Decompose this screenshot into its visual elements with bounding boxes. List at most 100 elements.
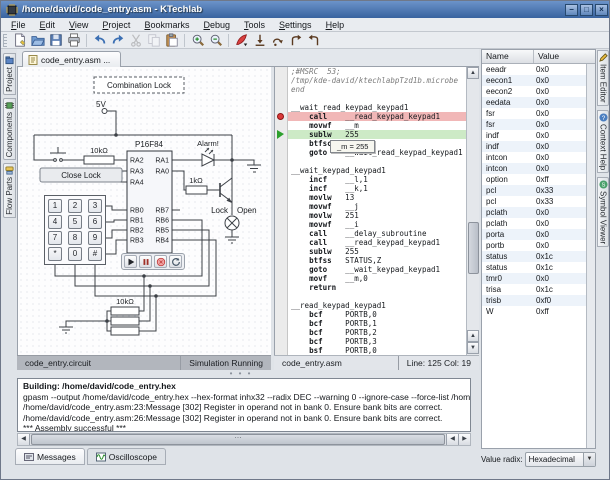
menu-project[interactable]: Project	[95, 19, 137, 31]
resistor-stack[interactable]	[111, 307, 139, 335]
register-table-header[interactable]: Name Value	[482, 50, 595, 64]
ground-symbol-3[interactable]	[59, 327, 73, 333]
register-row[interactable]: fsr0x0	[482, 119, 587, 130]
keypad-key-star[interactable]: *	[48, 247, 62, 261]
register-row[interactable]: pcl0x33	[482, 196, 587, 207]
sidebar-tab-components[interactable]: Components	[3, 98, 16, 160]
voltage-pin[interactable]	[102, 109, 107, 114]
keypad-key-5[interactable]: 5	[68, 215, 82, 229]
code-line[interactable]: incf __k,1	[275, 184, 467, 193]
code-line[interactable]: movlw 13	[275, 193, 467, 202]
sim-pause-button[interactable]	[139, 255, 152, 268]
keypad-key-1[interactable]: 1	[48, 199, 62, 213]
scroll-left-button[interactable]: ◀	[18, 434, 30, 445]
paste-icon[interactable]	[163, 33, 180, 48]
resistor-r2[interactable]	[186, 186, 207, 194]
dock-tab-symbol-viewer[interactable]: SSymbol Viewer	[597, 177, 609, 247]
new-file-icon[interactable]	[11, 33, 28, 48]
keypad-key-4[interactable]: 4	[48, 215, 62, 229]
horizontal-splitter[interactable]: • • •	[3, 370, 479, 377]
output-hscrollbar[interactable]: ◀ ⋯ ◀ ▶	[17, 433, 471, 446]
maximize-button[interactable]: □	[580, 4, 593, 16]
sidebar-tab-project[interactable]: Project	[3, 53, 16, 95]
scroll-right-button[interactable]: ▶	[458, 434, 470, 445]
register-row[interactable]: indf0x0	[482, 130, 587, 141]
code-line[interactable]: call __read_keypad_keypad1	[275, 238, 467, 247]
redo-icon[interactable]	[109, 33, 126, 48]
debug-step-out-icon[interactable]	[287, 33, 304, 48]
asm-editor[interactable]: ;#MSRC 53;/tmp/kde-david/ktechlabpTzd1b.…	[274, 67, 479, 355]
debug-run-icon[interactable]	[233, 33, 250, 48]
print-icon[interactable]	[65, 33, 82, 48]
code-line[interactable]: movwf __j	[275, 202, 467, 211]
register-row[interactable]: status0x1c	[482, 251, 587, 262]
transistor[interactable]	[220, 178, 232, 203]
minimize-button[interactable]: −	[565, 4, 578, 16]
menu-file[interactable]: File	[4, 19, 33, 31]
register-row[interactable]: pclath0x0	[482, 207, 587, 218]
lock-lamp[interactable]	[225, 216, 239, 230]
toolbar-grip[interactable]	[3, 34, 7, 47]
editor-vscrollbar[interactable]: ▲ ▲ ▼	[466, 67, 479, 355]
code-line[interactable]: __wait_read_keypad_keypad1	[275, 103, 467, 112]
scroll-left-button-2[interactable]: ◀	[446, 434, 458, 445]
keypad-key-6[interactable]: 6	[88, 215, 102, 229]
ground-symbol-1[interactable]	[247, 165, 261, 172]
menu-edit[interactable]: Edit	[33, 19, 63, 31]
debug-step-over-icon[interactable]	[269, 33, 286, 48]
zoom-out-icon[interactable]	[207, 33, 224, 48]
menu-help[interactable]: Help	[319, 19, 352, 31]
code-line[interactable]	[275, 94, 467, 103]
ground-symbol-2[interactable]	[225, 237, 239, 243]
register-row[interactable]: intcon0x0	[482, 163, 587, 174]
register-row[interactable]: fsr0x0	[482, 108, 587, 119]
close-button[interactable]: ×	[595, 4, 608, 16]
sidebar-tab-flow-parts[interactable]: Flow Parts	[3, 163, 16, 218]
tab-messages[interactable]: Messages	[15, 448, 85, 465]
column-name[interactable]: Name	[482, 50, 534, 63]
register-row[interactable]: trisa0x1c	[482, 284, 587, 295]
keypad-key-9[interactable]: 9	[88, 231, 102, 245]
code-line[interactable]: movlw 251	[275, 211, 467, 220]
code-line[interactable]: return	[275, 283, 467, 292]
register-row[interactable]: eecon20x0	[482, 86, 587, 97]
dock-tab-item-editor[interactable]: Item Editor	[597, 50, 609, 106]
sim-stop-button[interactable]	[154, 255, 167, 268]
menu-tools[interactable]: Tools	[237, 19, 272, 31]
build-output[interactable]: Building: /home/david/code_entry.hex gpa…	[17, 378, 471, 432]
code-line[interactable]: bcf PORTB,3	[275, 337, 467, 346]
code-line[interactable]: __read_keypad_keypad1	[275, 301, 467, 310]
resistor-r1[interactable]	[84, 156, 114, 164]
code-line[interactable]: end	[275, 85, 467, 94]
register-row[interactable]: eecon10x0	[482, 75, 587, 86]
code-line[interactable]: bcf PORTB,1	[275, 319, 467, 328]
register-row[interactable]: tmr00x0	[482, 273, 587, 284]
copy-icon[interactable]	[145, 33, 162, 48]
undo-icon[interactable]	[91, 33, 108, 48]
open-file-icon[interactable]	[29, 33, 46, 48]
scroll-up-button[interactable]: ▲	[467, 67, 479, 79]
chevron-down-icon[interactable]: ▼	[583, 453, 595, 466]
register-row[interactable]: porta0x0	[482, 229, 587, 240]
code-line[interactable]: movf __m,0	[275, 274, 467, 283]
menu-settings[interactable]: Settings	[272, 19, 319, 31]
register-row[interactable]: portb0x0	[482, 240, 587, 251]
sim-play-button[interactable]	[124, 255, 137, 268]
register-row[interactable]: pclath0x0	[482, 218, 587, 229]
keypad-key-7[interactable]: 7	[48, 231, 62, 245]
debug-step-icon[interactable]	[251, 33, 268, 48]
register-row[interactable]: status0x1c	[482, 262, 587, 273]
title-bar[interactable]: /home/david/code_entry.asm - KTechlab − …	[1, 1, 610, 18]
dock-tab-context-help[interactable]: ?Context Help	[597, 110, 609, 173]
code-line[interactable]: bcf PORTB,2	[275, 328, 467, 337]
register-row[interactable]: trisb0xf0	[482, 295, 587, 306]
scroll-thumb[interactable]	[468, 222, 479, 274]
code-line[interactable]: bsf PORTB,0	[275, 346, 467, 355]
tab-code-entry-asm[interactable]: code_entry.asm ...	[22, 51, 121, 67]
code-line[interactable]: incf __l,1	[275, 175, 467, 184]
tab-oscilloscope[interactable]: Oscilloscope	[87, 448, 166, 465]
register-row[interactable]: eeadr0x0	[482, 64, 587, 75]
register-row[interactable]: eedata0x0	[482, 97, 587, 108]
sim-refresh-button[interactable]	[169, 255, 182, 268]
code-line[interactable]: movwf __m	[275, 121, 467, 130]
